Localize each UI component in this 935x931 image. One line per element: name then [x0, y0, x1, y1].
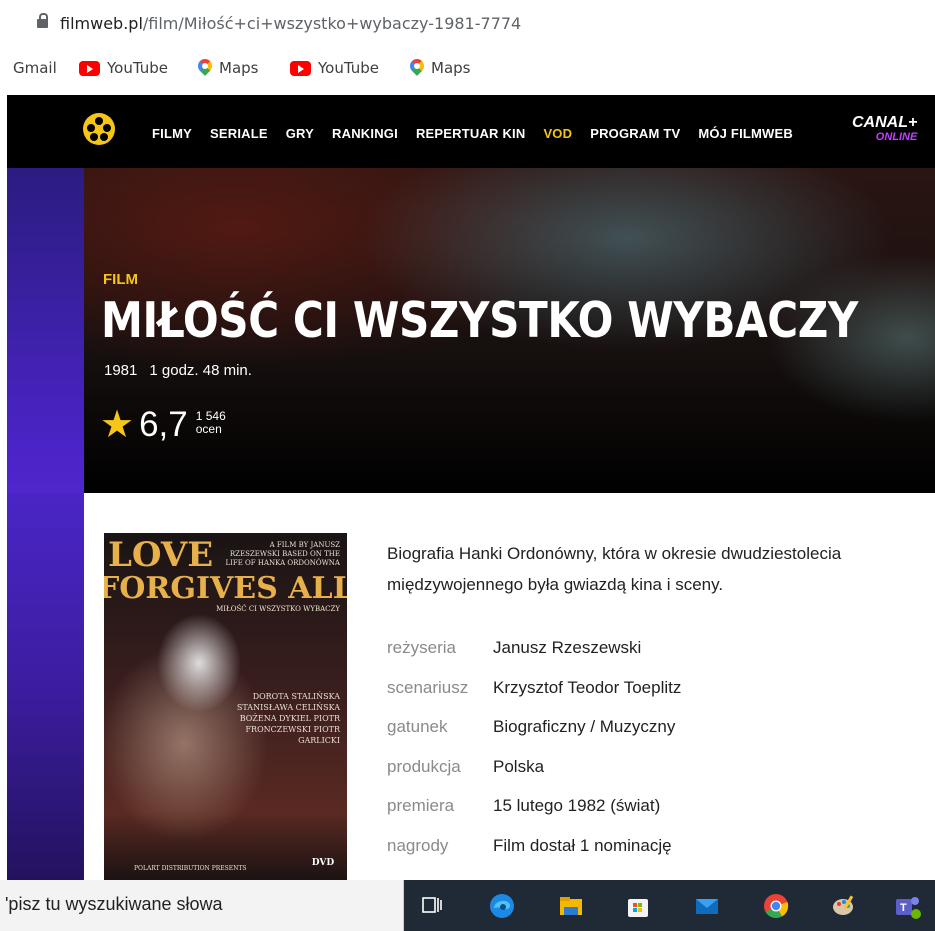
- address-bar[interactable]: filmweb.pl/film/Miłość+ci+wszystko+wybac…: [0, 0, 935, 46]
- store-icon[interactable]: [624, 892, 652, 920]
- film-meta: 1981 1 godz. 48 min.: [104, 362, 264, 379]
- task-view-icon[interactable]: [418, 892, 446, 920]
- star-icon: ★: [100, 404, 135, 446]
- nav-links: FILMY SERIALE GRY RANKINGI REPERTUAR KIN…: [152, 126, 811, 141]
- filmweb-page: FILMY SERIALE GRY RANKINGI REPERTUAR KIN…: [7, 95, 935, 880]
- youtube-icon: [79, 60, 100, 76]
- poster-footer: POLART DISTRIBUTION PRESENTS: [134, 865, 247, 872]
- dvd-logo-icon: DVD: [311, 858, 335, 868]
- info-row-awards: nagrody Film dostał 1 nominację: [387, 835, 672, 855]
- film-info-table: reżyseria Janusz Rzeszewski scenariusz Krz…: [387, 638, 681, 875]
- edge-icon[interactable]: [488, 892, 516, 920]
- info-row-screenplay: scenariusz Krzysztof Teodor Toeplitz: [387, 677, 682, 697]
- nav-filmy[interactable]: FILMY: [152, 126, 192, 141]
- film-poster[interactable]: A FILM BY JANUSZ RZESZEWSKI BASED ON THE…: [104, 533, 347, 880]
- bookmark-youtube-2[interactable]: YouTube: [290, 59, 379, 77]
- side-ad-banner-lower[interactable]: [7, 493, 84, 880]
- film-rating[interactable]: ★ 6,7 1 546 ocen: [100, 405, 226, 445]
- youtube-icon: [290, 60, 311, 76]
- url-text[interactable]: filmweb.pl/film/Miłość+ci+wszystko+wybac…: [60, 14, 521, 33]
- windows-taskbar: 'pisz tu wyszukiwane słowa T: [0, 880, 935, 931]
- film-description: Biografia Hanki Ordonówny, która w okres…: [387, 544, 842, 594]
- poster-credit: A FILM BY JANUSZ RZESZEWSKI BASED ON THE…: [225, 541, 340, 567]
- bookmarks-bar: Gmail YouTube Maps YouTube Maps: [0, 52, 935, 84]
- svg-text:T: T: [900, 902, 907, 914]
- rating-value: 6,7: [139, 405, 188, 444]
- nav-moj-filmweb[interactable]: MÓJ FILMWEB: [698, 126, 793, 141]
- poster-title-1: LOVE: [108, 535, 214, 575]
- taskbar-search-box[interactable]: 'pisz tu wyszukiwane słowa: [0, 880, 404, 931]
- bookmark-youtube[interactable]: YouTube: [79, 59, 168, 77]
- bookmark-maps-2[interactable]: Maps: [410, 59, 470, 77]
- file-explorer-icon[interactable]: [557, 892, 585, 920]
- nav-program-tv[interactable]: PROGRAM TV: [590, 126, 680, 141]
- bookmark-maps[interactable]: Maps: [198, 59, 258, 77]
- teams-icon[interactable]: T: [893, 892, 921, 920]
- maps-icon: [198, 59, 212, 77]
- poster-cast: DOROTA STALIŃSKA STANISŁAWA CELIŃSKA BOŻ…: [236, 692, 340, 745]
- content-type-label: FILM: [103, 271, 138, 288]
- filmweb-logo-icon[interactable]: [83, 113, 115, 145]
- info-row-director: reżyseria Janusz Rzeszewski: [387, 638, 642, 657]
- info-row-genre: gatunek Biograficzny / Muzyczny: [387, 717, 676, 736]
- film-duration: 1 godz. 48 min.: [149, 362, 252, 379]
- canal-plus-logo[interactable]: CANAL+ ONLINE: [852, 115, 917, 145]
- nav-rankingi[interactable]: RANKINGI: [332, 126, 398, 141]
- nav-repertuar-kin[interactable]: REPERTUAR KIN: [416, 126, 526, 141]
- poster-subtitle: MIŁOŚĆ CI WSZYSTKO WYBACZY: [216, 605, 340, 613]
- mail-icon[interactable]: [693, 892, 721, 920]
- film-title: MIŁOŚĆ CI WSZYSTKO WYBACZY: [101, 292, 859, 349]
- nav-seriale[interactable]: SERIALE: [210, 126, 268, 141]
- top-nav: FILMY SERIALE GRY RANKINGI REPERTUAR KIN…: [7, 95, 935, 168]
- bookmark-gmail[interactable]: Gmail: [13, 59, 57, 77]
- paint-icon[interactable]: [830, 892, 858, 920]
- votes-count: 1 546 ocen: [195, 409, 226, 436]
- lock-icon: [37, 13, 48, 28]
- poster-title-2: FORGIVES ALL: [104, 571, 347, 606]
- info-row-premiere: premiera 15 lutego 1982 (świat): [387, 796, 661, 815]
- film-details-section: A FILM BY JANUSZ RZESZEWSKI BASED ON THE…: [84, 493, 935, 880]
- nav-vod[interactable]: VOD: [543, 126, 572, 141]
- chrome-icon[interactable]: [762, 892, 790, 920]
- film-year: 1981: [104, 362, 138, 379]
- nav-gry[interactable]: GRY: [286, 126, 314, 141]
- maps-icon: [410, 59, 424, 77]
- info-row-production: produkcja Polska: [387, 756, 545, 776]
